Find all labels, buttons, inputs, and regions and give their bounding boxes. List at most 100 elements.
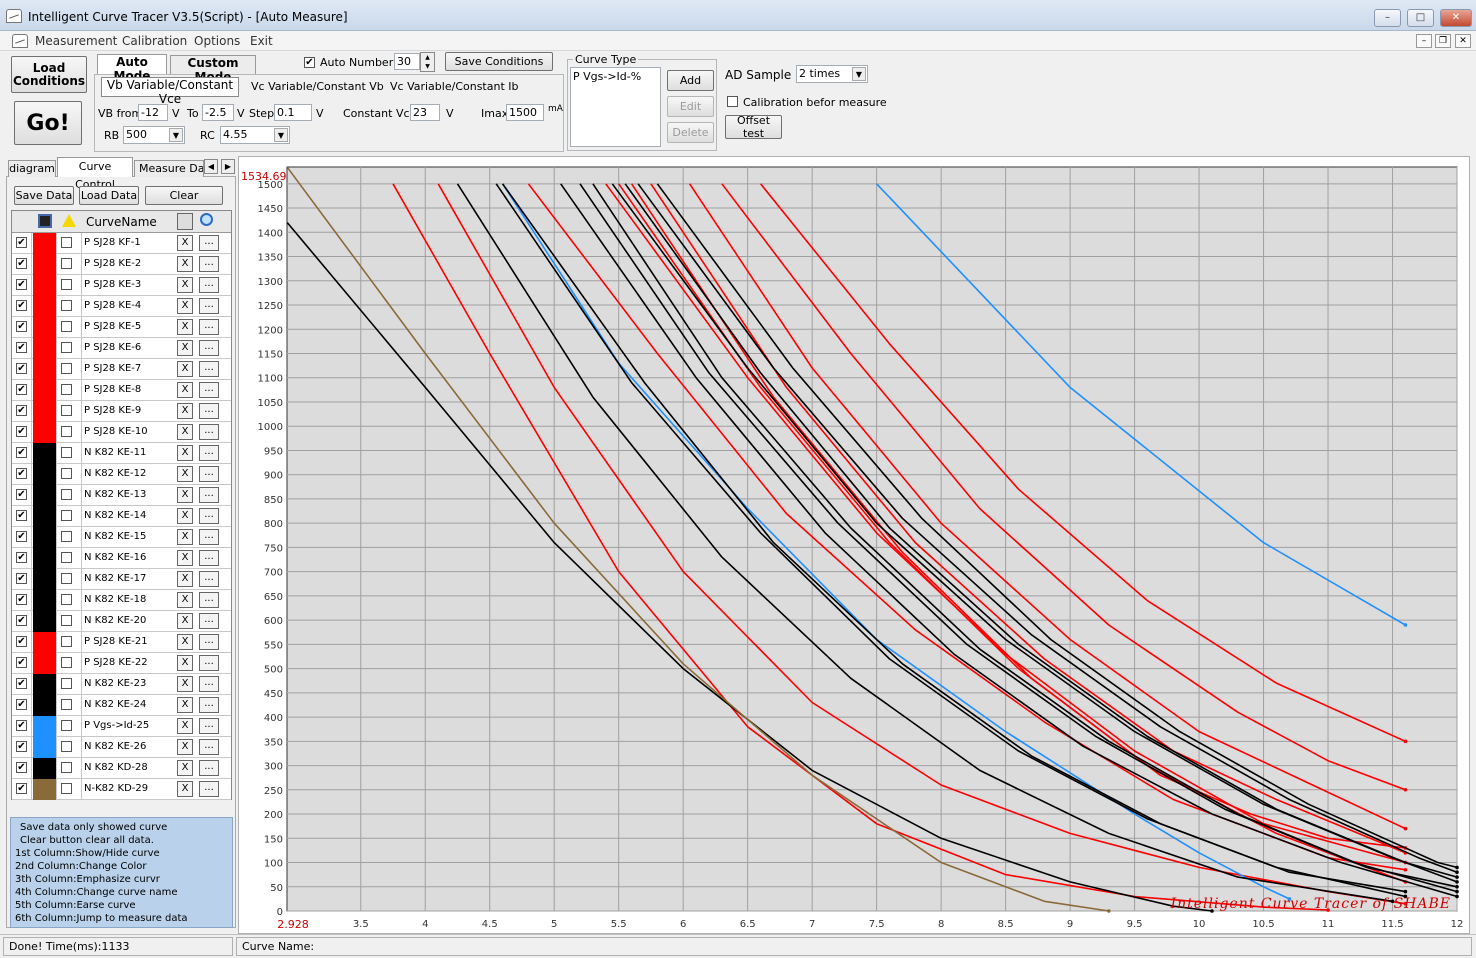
show-checkbox[interactable]: ✔ — [16, 783, 27, 794]
table-row[interactable]: ✔ P SJ28 KE-4 X... — [12, 296, 231, 317]
color-swatch[interactable] — [33, 506, 56, 527]
show-checkbox[interactable]: ✔ — [16, 531, 27, 542]
table-row[interactable]: ✔ N K82 KE-12 X... — [12, 464, 231, 485]
curve-name[interactable]: N K82 KE-12 — [84, 468, 174, 479]
table-row[interactable]: ✔ P SJ28 KE-9 X... — [12, 401, 231, 422]
erase-button[interactable]: X — [177, 256, 193, 272]
curve-name[interactable]: P SJ28 KF-1 — [84, 237, 174, 248]
show-checkbox[interactable]: ✔ — [16, 762, 27, 773]
erase-button[interactable]: X — [177, 466, 193, 482]
curve-name[interactable]: N K82 KE-26 — [84, 741, 174, 752]
save-data-button[interactable]: Save Data — [14, 186, 74, 205]
color-swatch[interactable] — [33, 590, 56, 611]
erase-button[interactable]: X — [177, 781, 193, 797]
show-checkbox[interactable]: ✔ — [16, 426, 27, 437]
table-row[interactable]: ✔ N K82 KE-26 X... — [12, 737, 231, 758]
tab-scroll-left-icon[interactable]: ◀ — [204, 159, 218, 174]
erase-button[interactable]: X — [177, 697, 193, 713]
show-checkbox[interactable]: ✔ — [16, 342, 27, 353]
tab-vc-variable-ib[interactable]: Vc Variable/Constant Ib — [390, 80, 519, 93]
color-swatch[interactable] — [33, 275, 56, 296]
imax-input[interactable]: 1500 — [506, 104, 544, 121]
color-swatch[interactable] — [33, 443, 56, 464]
emphasize-checkbox[interactable] — [61, 321, 72, 332]
jump-to-data-button[interactable]: ... — [199, 424, 219, 440]
color-swatch[interactable] — [33, 296, 56, 317]
color-swatch[interactable] — [33, 779, 56, 800]
auto-number-input[interactable]: 30 — [394, 53, 420, 70]
jump-to-data-button[interactable]: ... — [199, 697, 219, 713]
color-swatch[interactable] — [33, 716, 56, 737]
emphasize-checkbox[interactable] — [61, 300, 72, 311]
emphasize-checkbox[interactable] — [61, 594, 72, 605]
jump-to-data-button[interactable]: ... — [199, 361, 219, 377]
emphasize-checkbox[interactable] — [61, 342, 72, 353]
table-row[interactable]: ✔ P SJ28 KF-1 X... — [12, 233, 231, 254]
erase-button[interactable]: X — [177, 403, 193, 419]
color-swatch[interactable] — [33, 527, 56, 548]
show-checkbox[interactable]: ✔ — [16, 321, 27, 332]
table-row[interactable]: ✔ N K82 KE-13 X... — [12, 485, 231, 506]
curve-name[interactable]: N K82 KD-28 — [84, 762, 174, 773]
show-checkbox[interactable]: ✔ — [16, 699, 27, 710]
tab-vb-variable[interactable]: Vb Variable/Constant Vce — [101, 77, 239, 106]
erase-button[interactable]: X — [177, 382, 193, 398]
close-icon[interactable]: ✕ — [1440, 9, 1472, 27]
erase-button[interactable]: X — [177, 634, 193, 650]
jump-to-data-button[interactable]: ... — [199, 781, 219, 797]
table-row[interactable]: ✔ N K82 KE-14 X... — [12, 506, 231, 527]
curve-name[interactable]: N K82 KE-11 — [84, 447, 174, 458]
table-row[interactable]: ✔ P SJ28 KE-8 X... — [12, 380, 231, 401]
jump-to-data-button[interactable]: ... — [199, 718, 219, 734]
color-swatch[interactable] — [33, 485, 56, 506]
curve-name[interactable]: P SJ28 KE-2 — [84, 258, 174, 269]
color-swatch[interactable] — [33, 569, 56, 590]
color-swatch[interactable] — [33, 611, 56, 632]
curve-name[interactable]: N K82 KE-20 — [84, 615, 174, 626]
tab-vc-variable-vb[interactable]: Vc Variable/Constant Vb — [251, 80, 384, 93]
delete-button[interactable]: Delete — [667, 122, 714, 143]
tab-scroll-right-icon[interactable]: ▶ — [221, 159, 235, 174]
menu-measurement[interactable]: Measurement — [35, 34, 117, 48]
rc-select[interactable]: 4.55 ▼ — [220, 126, 290, 144]
jump-to-data-button[interactable]: ... — [199, 319, 219, 335]
jump-to-data-button[interactable]: ... — [199, 277, 219, 293]
chevron-down-icon[interactable]: ▼ — [852, 67, 866, 81]
color-swatch[interactable] — [33, 233, 56, 254]
child-minimize-icon[interactable]: – — [1416, 34, 1432, 48]
jump-to-data-button[interactable]: ... — [199, 508, 219, 524]
show-checkbox[interactable]: ✔ — [16, 300, 27, 311]
curve-name[interactable]: P SJ28 KE-3 — [84, 279, 174, 290]
curve-name[interactable]: P SJ28 KE-10 — [84, 426, 174, 437]
emphasize-checkbox[interactable] — [61, 426, 72, 437]
table-row[interactable]: ✔ P SJ28 KE-5 X... — [12, 317, 231, 338]
table-row[interactable]: ✔ N K82 KE-15 X... — [12, 527, 231, 548]
jump-to-data-button[interactable]: ... — [199, 340, 219, 356]
curve-name[interactable]: N K82 KE-17 — [84, 573, 174, 584]
emphasize-checkbox[interactable] — [61, 447, 72, 458]
curve-chart[interactable]: 3.5 4 4.5 5 5.5 6 6.5 7 7.5 8 8.5 9 9.5 10 10.5 11 11.5 1… — [239, 157, 1469, 933]
color-swatch[interactable] — [33, 422, 56, 443]
color-swatch[interactable] — [33, 674, 56, 695]
jump-to-data-button[interactable]: ... — [199, 487, 219, 503]
emphasize-checkbox[interactable] — [61, 615, 72, 626]
curve-name[interactable]: P SJ28 KE-22 — [84, 657, 174, 668]
maximize-icon[interactable]: □ — [1407, 9, 1434, 27]
auto-number-checkbox[interactable]: ✔ — [304, 57, 315, 68]
show-checkbox[interactable]: ✔ — [16, 405, 27, 416]
table-row[interactable]: ✔ P SJ28 KE-10 X... — [12, 422, 231, 443]
curve-name[interactable]: P SJ28 KE-5 — [84, 321, 174, 332]
color-swatch[interactable] — [33, 464, 56, 485]
curve-name[interactable]: N K82 KE-16 — [84, 552, 174, 563]
minimize-icon[interactable]: – — [1374, 9, 1401, 27]
edit-button[interactable]: Edit — [667, 96, 714, 117]
jump-to-data-button[interactable]: ... — [199, 739, 219, 755]
emphasize-checkbox[interactable] — [61, 699, 72, 710]
child-close-icon[interactable]: ✕ — [1455, 34, 1471, 48]
jump-to-data-button[interactable]: ... — [199, 403, 219, 419]
calibration-checkbox[interactable] — [727, 96, 738, 107]
curve-name[interactable]: N K82 KE-14 — [84, 510, 174, 521]
table-row[interactable]: ✔ P SJ28 KE-2 X... — [12, 254, 231, 275]
chevron-down-icon[interactable]: ▼ — [274, 128, 288, 142]
erase-button[interactable]: X — [177, 676, 193, 692]
